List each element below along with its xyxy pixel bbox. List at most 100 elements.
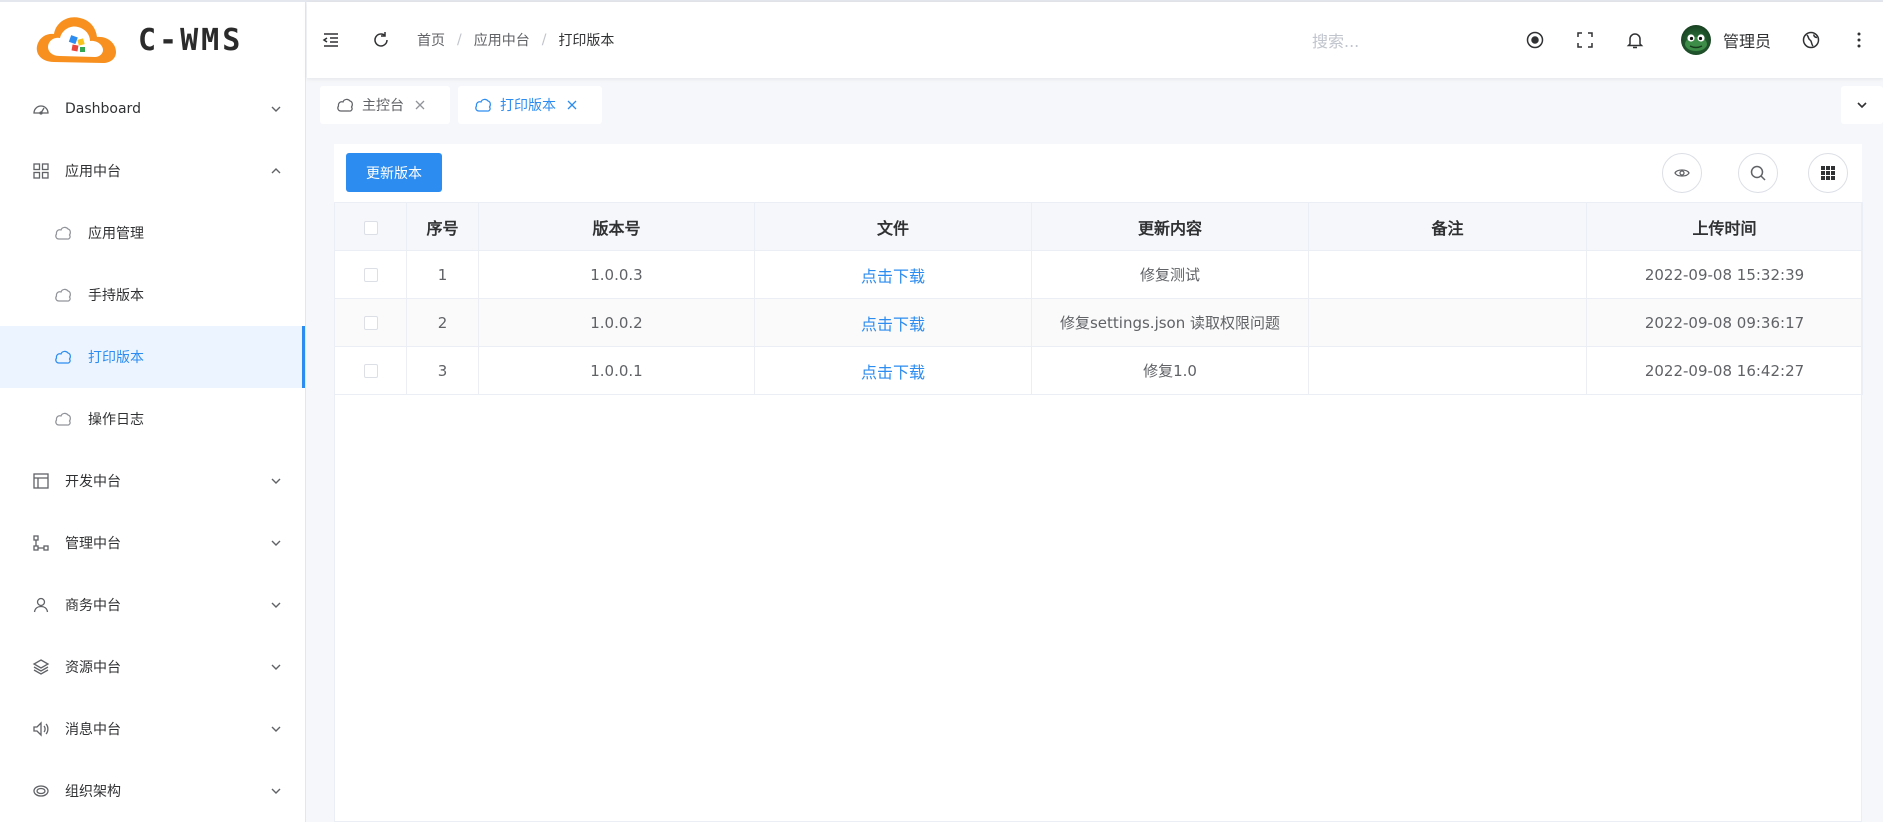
table-header-row: 序号 版本号 文件 更新内容 备注 上传时间 bbox=[334, 202, 1863, 251]
sidebar-item-dev-center[interactable]: 开发中台 bbox=[0, 450, 305, 512]
chevron-down-icon bbox=[1857, 102, 1867, 109]
toggle-visibility-button[interactable] bbox=[1662, 153, 1702, 193]
tab-print-version[interactable]: 打印版本 bbox=[458, 86, 602, 124]
row-version: 1.0.0.3 bbox=[478, 250, 755, 299]
share-icon bbox=[32, 534, 50, 552]
download-link[interactable]: 点击下载 bbox=[861, 315, 925, 334]
content-card: 更新版本 序号 版本号 文件 更新内容 备注 上传时间 1 1.0.0.3 点击… bbox=[334, 144, 1863, 822]
table-row[interactable]: 3 1.0.0.1 点击下载 修复1.0 2022-09-08 16:42:27 bbox=[334, 346, 1863, 395]
cloud-icon bbox=[474, 96, 492, 114]
row-index: 1 bbox=[406, 250, 479, 299]
org-icon bbox=[32, 782, 50, 800]
select-all-cell bbox=[334, 202, 407, 251]
header-actions: 管理员 bbox=[1523, 2, 1883, 78]
table-border-right bbox=[1861, 202, 1862, 822]
sidebar-subitem-app-management[interactable]: 应用管理 bbox=[0, 202, 305, 264]
tab-main-console[interactable]: 主控台 bbox=[320, 86, 450, 124]
sidebar-item-label: Dashboard bbox=[65, 101, 141, 117]
cloud-logo-icon bbox=[36, 17, 116, 63]
sidebar-item-organization[interactable]: 组织架构 bbox=[0, 760, 305, 822]
avatar[interactable] bbox=[1680, 25, 1711, 55]
more-vertical-icon[interactable] bbox=[1847, 28, 1871, 52]
row-content: 修复settings.json 读取权限问题 bbox=[1031, 298, 1309, 347]
sidebar-subitem-label: 手持版本 bbox=[88, 288, 144, 304]
breadcrumb-home[interactable]: 首页 bbox=[417, 30, 445, 50]
breadcrumb-separator: / bbox=[541, 32, 547, 48]
row-content: 修复1.0 bbox=[1031, 346, 1309, 395]
chevron-down-icon bbox=[271, 478, 281, 484]
search-button[interactable] bbox=[1738, 153, 1778, 193]
sidebar-item-app-center[interactable]: 应用中台 bbox=[0, 140, 305, 202]
collapse-menu-icon[interactable] bbox=[319, 28, 343, 52]
sidebar-item-business-center[interactable]: 商务中台 bbox=[0, 574, 305, 636]
column-header[interactable]: 版本号 bbox=[478, 202, 755, 251]
row-checkbox[interactable] bbox=[363, 364, 378, 378]
row-remark bbox=[1308, 250, 1587, 299]
sidebar-item-label: 组织架构 bbox=[65, 784, 121, 800]
layers-icon bbox=[32, 658, 50, 676]
sidebar-subitem-label: 操作日志 bbox=[88, 412, 144, 428]
sidebar-subitem-label: 打印版本 bbox=[88, 350, 144, 366]
grid-dots-icon bbox=[1821, 166, 1835, 180]
fullscreen-icon[interactable] bbox=[1573, 28, 1597, 52]
breadcrumb: 首页 / 应用中台 / 打印版本 bbox=[417, 30, 614, 50]
breadcrumb-separator: / bbox=[457, 32, 462, 48]
tab-label: 主控台 bbox=[362, 98, 404, 114]
globe-icon[interactable] bbox=[1799, 28, 1823, 52]
target-icon[interactable] bbox=[1523, 28, 1547, 52]
download-link[interactable]: 点击下载 bbox=[861, 267, 925, 286]
column-header[interactable]: 更新内容 bbox=[1031, 202, 1309, 251]
column-header[interactable]: 序号 bbox=[406, 202, 479, 251]
row-index: 2 bbox=[406, 298, 479, 347]
update-version-button[interactable]: 更新版本 bbox=[346, 153, 442, 192]
row-checkbox[interactable] bbox=[363, 268, 378, 282]
columns-button[interactable] bbox=[1808, 153, 1848, 193]
sidebar-item-dashboard[interactable]: Dashboard bbox=[0, 78, 305, 140]
sidebar-item-label: 开发中台 bbox=[65, 474, 121, 490]
tab-bar: 主控台 打印版本 bbox=[307, 78, 1883, 132]
sidebar-item-management-center[interactable]: 管理中台 bbox=[0, 512, 305, 574]
row-time: 2022-09-08 15:32:39 bbox=[1586, 250, 1863, 299]
column-header[interactable]: 文件 bbox=[754, 202, 1032, 251]
tab-label: 打印版本 bbox=[500, 98, 556, 114]
chevron-down-icon bbox=[271, 664, 281, 670]
close-icon[interactable] bbox=[566, 99, 578, 111]
cloud-icon bbox=[54, 286, 72, 304]
refresh-icon[interactable] bbox=[369, 28, 393, 52]
tabs-dropdown-button[interactable] bbox=[1841, 86, 1883, 124]
sidebar-item-resource-center[interactable]: 资源中台 bbox=[0, 636, 305, 698]
row-index: 3 bbox=[406, 346, 479, 395]
chevron-down-icon bbox=[271, 602, 281, 608]
table-row[interactable]: 1 1.0.0.3 点击下载 修复测试 2022-09-08 15:32:39 bbox=[334, 250, 1863, 299]
search-input[interactable] bbox=[1312, 26, 1502, 56]
chevron-up-icon bbox=[271, 168, 281, 174]
table-row[interactable]: 2 1.0.0.2 点击下载 修复settings.json 读取权限问题 20… bbox=[334, 298, 1863, 347]
user-name[interactable]: 管理员 bbox=[1723, 28, 1771, 52]
sidebar-item-message-center[interactable]: 消息中台 bbox=[0, 698, 305, 760]
column-header[interactable]: 上传时间 bbox=[1586, 202, 1863, 251]
row-checkbox[interactable] bbox=[363, 316, 378, 330]
dashboard-icon bbox=[32, 100, 50, 118]
chevron-down-icon bbox=[271, 540, 281, 546]
sidebar-item-label: 消息中台 bbox=[65, 722, 121, 738]
row-version: 1.0.0.1 bbox=[478, 346, 755, 395]
top-header: 首页 / 应用中台 / 打印版本 管理员 bbox=[307, 2, 1883, 78]
select-all-checkbox[interactable] bbox=[363, 220, 378, 235]
cloud-icon bbox=[54, 348, 72, 366]
close-icon[interactable] bbox=[414, 99, 426, 111]
cloud-icon bbox=[54, 224, 72, 242]
version-table: 序号 版本号 文件 更新内容 备注 上传时间 1 1.0.0.3 点击下载 修复… bbox=[334, 202, 1863, 395]
logo[interactable]: C-WMS bbox=[0, 2, 305, 78]
row-content: 修复测试 bbox=[1031, 250, 1309, 299]
sidebar-subitem-handheld-version[interactable]: 手持版本 bbox=[0, 264, 305, 326]
sidebar-item-label: 资源中台 bbox=[65, 660, 121, 676]
row-version: 1.0.0.2 bbox=[478, 298, 755, 347]
sidebar: C-WMS Dashboard 应用中台 应用管理 手持版本 打印版本 操作日志… bbox=[0, 2, 306, 822]
breadcrumb-current: 打印版本 bbox=[558, 33, 615, 49]
sidebar-subitem-operation-log[interactable]: 操作日志 bbox=[0, 388, 305, 450]
sidebar-subitem-print-version[interactable]: 打印版本 bbox=[0, 326, 305, 388]
bell-icon[interactable] bbox=[1623, 28, 1647, 52]
breadcrumb-app-center[interactable]: 应用中台 bbox=[474, 30, 530, 50]
column-header[interactable]: 备注 bbox=[1308, 202, 1587, 251]
download-link[interactable]: 点击下载 bbox=[861, 363, 925, 382]
